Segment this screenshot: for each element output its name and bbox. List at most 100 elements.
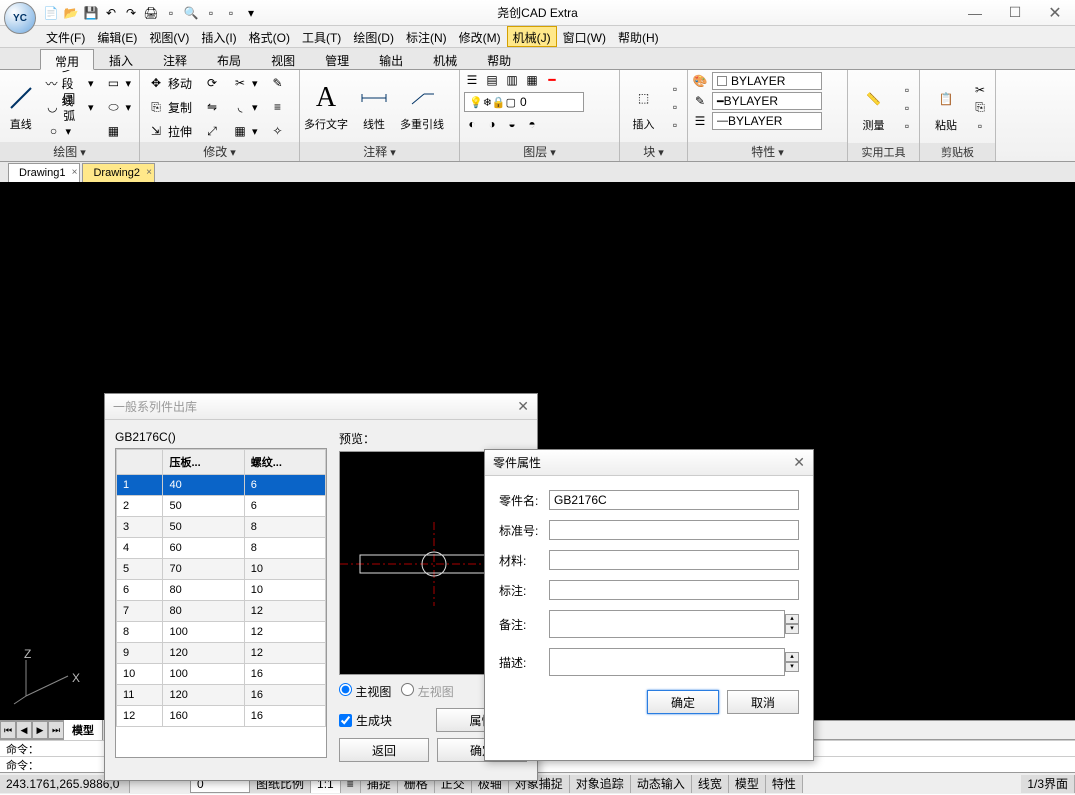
- util-icon[interactable]: ▫: [899, 82, 915, 98]
- ribbon-tab[interactable]: 输出: [364, 48, 418, 69]
- mat-input[interactable]: [549, 550, 799, 570]
- left-view-radio[interactable]: 左视图: [401, 683, 453, 700]
- menu-item[interactable]: 工具(T): [296, 26, 347, 47]
- qat-undo-icon[interactable]: ↶: [102, 4, 120, 22]
- linetype-combo[interactable]: — BYLAYER: [712, 112, 822, 130]
- document-tab[interactable]: Drawing2×: [82, 163, 154, 182]
- ribbon-tab[interactable]: 机械: [418, 48, 472, 69]
- dialog-close-button[interactable]: ✕: [517, 398, 529, 415]
- block-icon[interactable]: ▫: [667, 117, 683, 133]
- match-icon[interactable]: ✎: [692, 93, 708, 109]
- menu-item[interactable]: 修改(M): [453, 26, 507, 47]
- dialog-close-button[interactable]: ✕: [793, 454, 805, 471]
- color-wheel-icon[interactable]: 🎨: [692, 73, 708, 89]
- layer-icon[interactable]: ◐: [464, 116, 480, 132]
- qat-save-icon[interactable]: 💾: [82, 4, 100, 22]
- status-toggle[interactable]: 对象追踪: [570, 775, 631, 793]
- cut-icon[interactable]: ✂: [972, 82, 988, 98]
- table-row[interactable]: 57010: [117, 559, 326, 580]
- minimize-button[interactable]: —: [955, 1, 995, 25]
- qat-icon[interactable]: ▫: [162, 4, 180, 22]
- layer-props-icon[interactable]: ☰: [464, 72, 480, 88]
- mtext-button[interactable]: A多行文字: [304, 72, 348, 142]
- menu-item[interactable]: 绘图(D): [347, 26, 400, 47]
- move-button[interactable]: ✥移动: [144, 72, 196, 94]
- main-view-radio[interactable]: 主视图: [339, 683, 391, 700]
- clip-icon[interactable]: ▫: [972, 118, 988, 134]
- desc-spinner[interactable]: ▴▾: [785, 652, 799, 672]
- block-icon[interactable]: ▫: [667, 99, 683, 115]
- dim-linear-button[interactable]: 线性: [352, 72, 396, 142]
- name-input[interactable]: [549, 490, 799, 510]
- layout-nav-next[interactable]: ▶: [32, 721, 48, 739]
- table-header[interactable]: [117, 450, 163, 475]
- table-row[interactable]: 1010016: [117, 664, 326, 685]
- fillet-button[interactable]: ◟▾: [228, 96, 262, 118]
- tab-close-icon[interactable]: ×: [146, 167, 152, 178]
- menu-item[interactable]: 格式(O): [243, 26, 296, 47]
- table-row[interactable]: 1406: [117, 475, 326, 496]
- table-row[interactable]: 68010: [117, 580, 326, 601]
- line-button[interactable]: 直线: [4, 72, 37, 142]
- status-toggle[interactable]: 线宽: [692, 775, 729, 793]
- ribbon-tab[interactable]: 插入: [94, 48, 148, 69]
- table-header[interactable]: 螺纹...: [244, 450, 325, 475]
- menu-item[interactable]: 机械(J): [507, 26, 557, 47]
- maximize-button[interactable]: ☐: [995, 1, 1035, 25]
- status-toggle[interactable]: 动态输入: [631, 775, 692, 793]
- ribbon-tab[interactable]: 注释: [148, 48, 202, 69]
- draw-more[interactable]: ○ ▾: [41, 120, 97, 142]
- color-combo[interactable]: BYLAYER: [712, 72, 822, 90]
- layer-icon[interactable]: ━: [544, 72, 560, 88]
- table-row[interactable]: 4608: [117, 538, 326, 559]
- menu-item[interactable]: 文件(F): [40, 26, 91, 47]
- ok-button[interactable]: 确定: [647, 690, 719, 714]
- layout-tab[interactable]: 模型: [64, 720, 103, 740]
- dialog-title-bar[interactable]: 零件属性 ✕: [485, 450, 813, 476]
- layout-nav-prev[interactable]: ◀: [16, 721, 32, 739]
- table-row[interactable]: 1216016: [117, 706, 326, 727]
- insert-block-button[interactable]: ⬚插入: [624, 72, 663, 142]
- status-toggle[interactable]: 特性: [766, 775, 803, 793]
- qat-redo-icon[interactable]: ↷: [122, 4, 140, 22]
- stretch-button[interactable]: ⇲拉伸: [144, 120, 196, 142]
- gen-block-checkbox[interactable]: 生成块: [339, 708, 428, 732]
- menu-item[interactable]: 插入(I): [195, 26, 242, 47]
- erase-button[interactable]: ✎: [266, 72, 290, 94]
- parts-table[interactable]: 压板...螺纹... 14062506350846085701068010780…: [115, 448, 327, 758]
- status-toggle[interactable]: 模型: [729, 775, 766, 793]
- desc-input[interactable]: [549, 648, 785, 676]
- qat-open-icon[interactable]: 📂: [62, 4, 80, 22]
- remark-spinner[interactable]: ▴▾: [785, 614, 799, 634]
- ribbon-tab[interactable]: 管理: [310, 48, 364, 69]
- trim-button[interactable]: ✂▾: [228, 72, 262, 94]
- remark-input[interactable]: [549, 610, 785, 638]
- layout-nav-last[interactable]: ⏭: [48, 721, 64, 739]
- layer-icon[interactable]: ◓: [524, 116, 540, 132]
- tab-close-icon[interactable]: ×: [72, 167, 78, 178]
- std-input[interactable]: [549, 520, 799, 540]
- ribbon-tab[interactable]: 帮助: [472, 48, 526, 69]
- layer-icon[interactable]: ▤: [484, 72, 500, 88]
- qat-icon[interactable]: ▫: [202, 4, 220, 22]
- menu-item[interactable]: 窗口(W): [557, 26, 612, 47]
- rect-button[interactable]: ▭▾: [101, 72, 135, 94]
- arc-button[interactable]: ◡圆弧 ▾: [41, 96, 97, 118]
- block-icon[interactable]: ▫: [667, 81, 683, 97]
- copy-button[interactable]: ⎘复制: [144, 96, 196, 118]
- array-button[interactable]: ▦▾: [228, 120, 262, 142]
- util-icon[interactable]: ▫: [899, 100, 915, 116]
- layout-nav-first[interactable]: ⏮: [0, 721, 16, 739]
- table-row[interactable]: 78012: [117, 601, 326, 622]
- layer-icon[interactable]: ◒: [504, 116, 520, 132]
- qat-plot-icon[interactable]: 🖨: [142, 4, 160, 22]
- layer-icon[interactable]: ▥: [504, 72, 520, 88]
- ribbon-tab[interactable]: 常用: [40, 49, 94, 70]
- table-header[interactable]: 压板...: [163, 450, 244, 475]
- qat-zoom-icon[interactable]: 🔍: [182, 4, 200, 22]
- table-row[interactable]: 1112016: [117, 685, 326, 706]
- list-icon[interactable]: ☰: [692, 113, 708, 129]
- qat-dropdown-icon[interactable]: ▾: [242, 4, 260, 22]
- cancel-button[interactable]: 取消: [727, 690, 799, 714]
- back-button[interactable]: 返回: [339, 738, 429, 762]
